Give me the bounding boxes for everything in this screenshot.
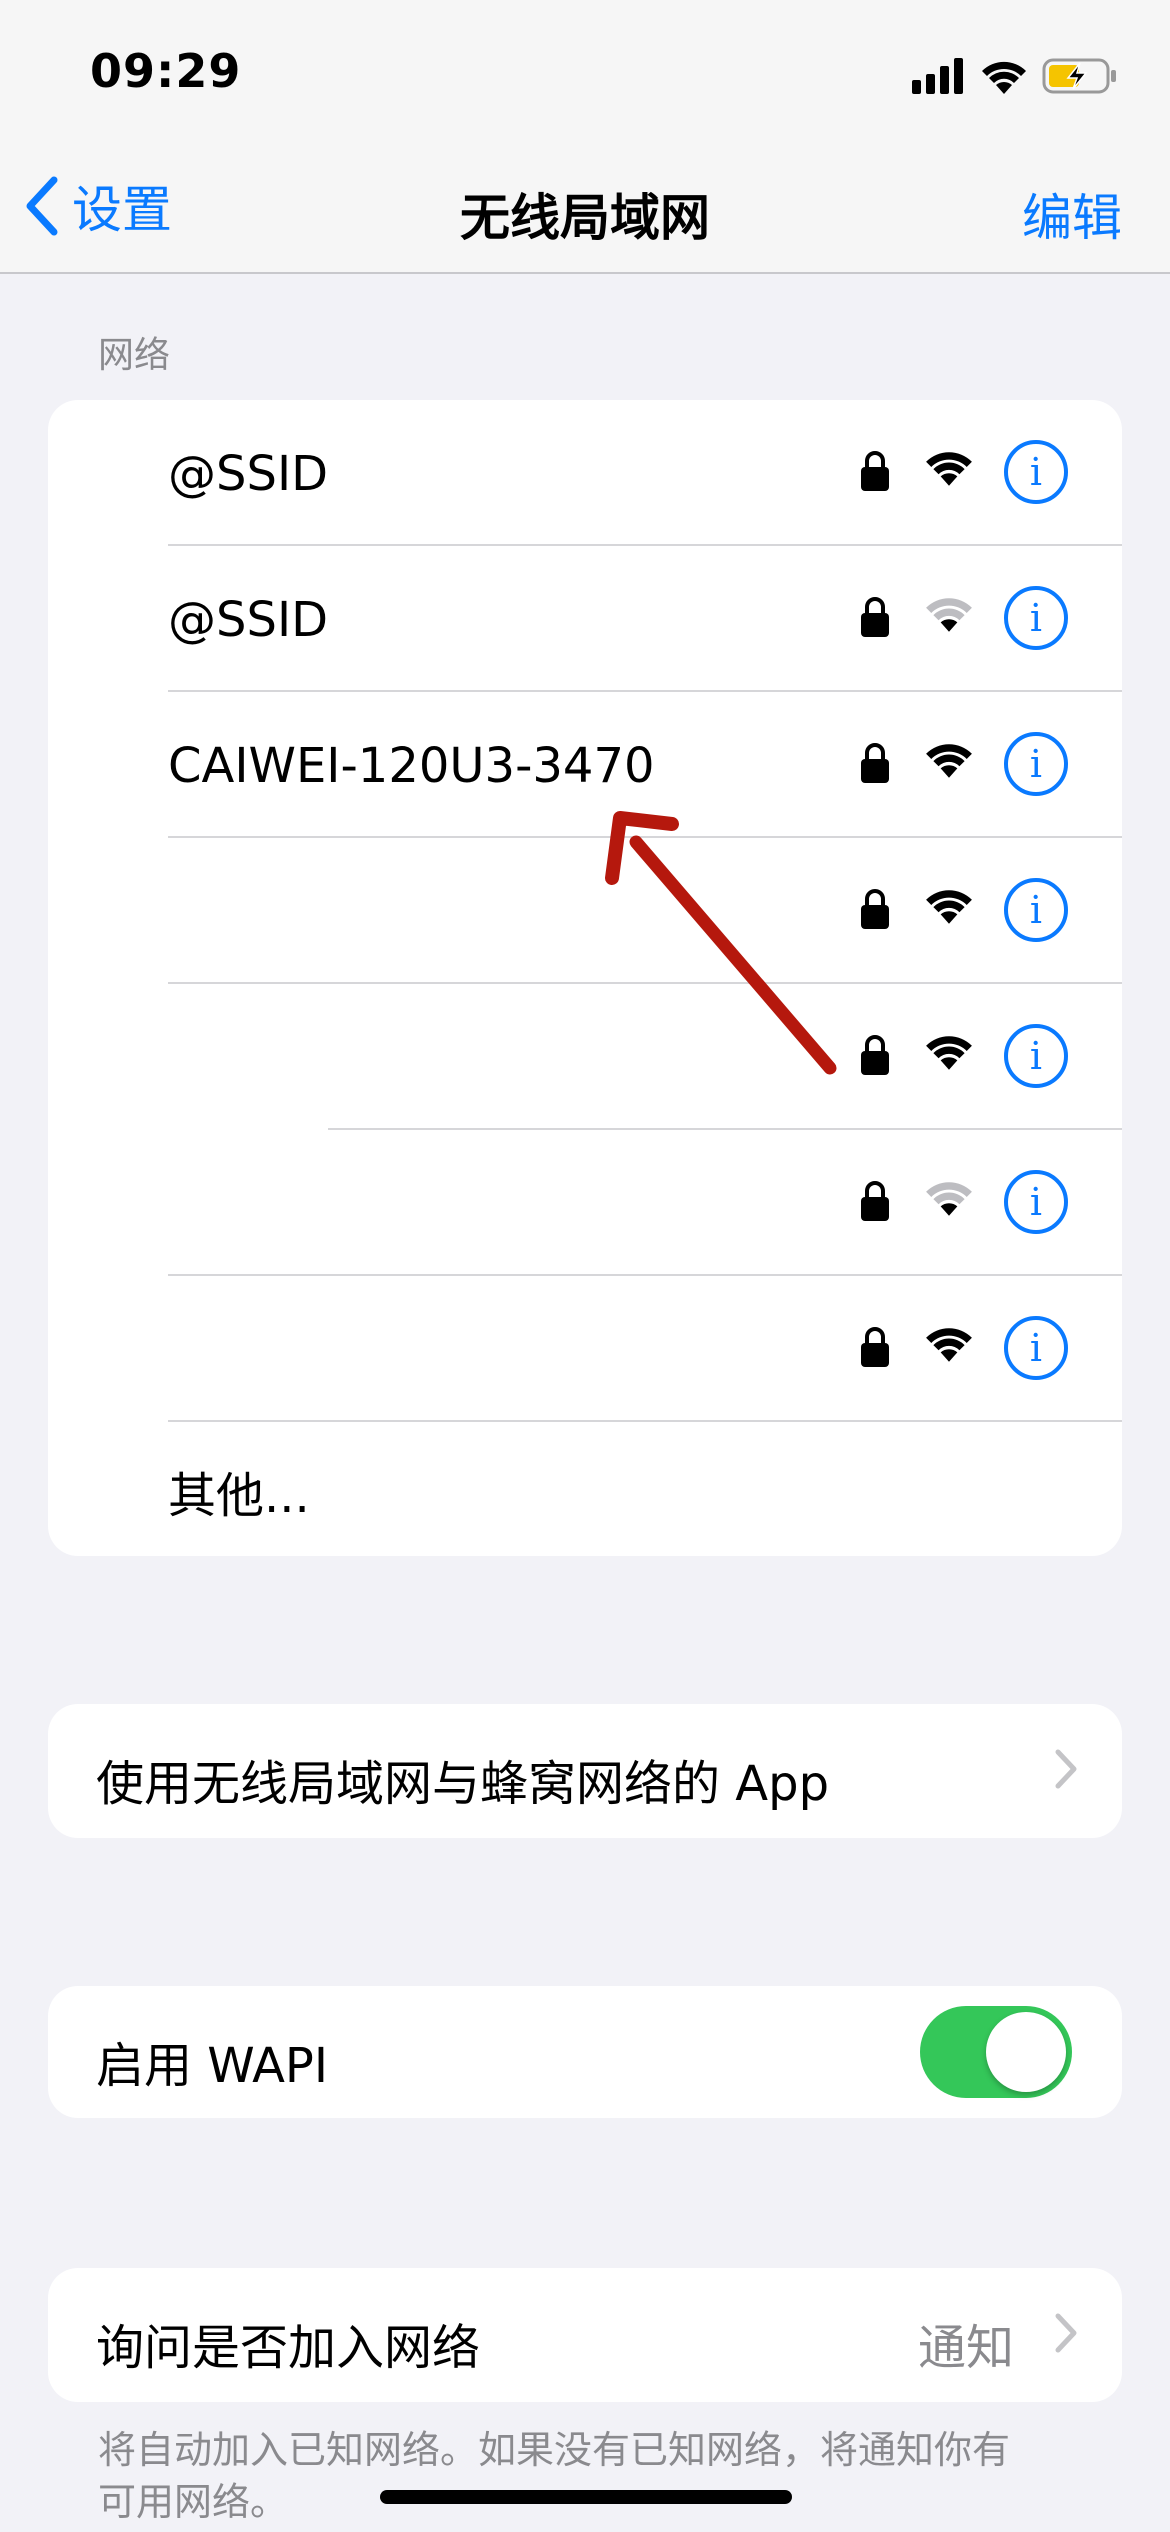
network-row[interactable]: i [48,1276,1122,1422]
info-icon[interactable]: i [1004,878,1068,942]
info-icon[interactable]: i [1004,1024,1068,1088]
ask-to-join-label: 询问是否加入网络 [96,2320,481,2376]
network-row[interactable]: @SSID i [48,546,1122,692]
wapi-label: 启用 WAPI [96,2038,329,2094]
navigation-bar: 设置 无线局域网 编辑 [0,150,1170,274]
wapi-toggle[interactable] [920,2006,1072,2098]
lock-icon [861,743,889,783]
info-icon[interactable]: i [1004,1170,1068,1234]
lock-icon [861,451,889,491]
lock-icon [861,597,889,637]
network-row[interactable]: i [48,1130,1122,1276]
wifi-weak-signal-icon [926,598,972,632]
ask-to-join-footnote: 将自动加入已知网络。如果没有已知网络，将通知你有可用网络。 [98,2428,1011,2524]
networks-section-header: 网络 [98,335,171,376]
wifi-full-signal-icon [926,452,972,486]
network-row[interactable]: @SSID i [48,400,1122,546]
status-icons [912,52,1118,100]
wifi-full-signal-icon [926,1036,972,1070]
wifi-full-signal-icon [926,744,972,778]
wapi-row: 启用 WAPI [48,1986,1122,2118]
ask-to-join-row[interactable]: 询问是否加入网络 通知 [48,2268,1122,2402]
chevron-right-icon [1055,1749,1077,1789]
cellular-signal-icon [912,58,963,94]
info-icon[interactable]: i [1004,440,1068,504]
network-name: @SSID [168,592,329,648]
network-row[interactable]: CAIWEI-120U3-3470 i [48,692,1122,838]
wifi-full-signal-icon [926,1328,972,1362]
status-time: 09:29 [90,44,242,98]
network-row[interactable]: i [48,838,1122,984]
chevron-right-icon [1055,2313,1077,2353]
home-indicator [380,2490,792,2504]
network-list: @SSID i @SSID i CAIWEI-120U3-3470 i i i [48,400,1122,1556]
wifi-cellular-apps-label: 使用无线局域网与蜂窝网络的 App [96,1756,830,1812]
battery-charging-icon [1042,58,1116,94]
info-icon[interactable]: i [1004,732,1068,796]
toggle-knob [986,2012,1066,2092]
other-network-button[interactable]: 其他... [168,1456,310,1526]
page-title: 无线局域网 [460,189,710,247]
ask-to-join-value: 通知 [917,2320,1014,2376]
lock-icon [861,1327,889,1367]
wifi-weak-signal-icon [926,1182,972,1216]
info-icon[interactable]: i [1004,586,1068,650]
row-divider [168,1420,1122,1422]
network-name: @SSID [168,446,329,502]
wifi-cellular-apps-row[interactable]: 使用无线局域网与蜂窝网络的 App [48,1704,1122,1838]
lock-icon [861,1035,889,1075]
lock-icon [861,1181,889,1221]
info-icon[interactable]: i [1004,1316,1068,1380]
network-row[interactable]: i [48,984,1122,1130]
status-bar: 09:29 [0,0,1170,150]
wifi-full-signal-icon [926,890,972,924]
edit-button[interactable]: 编辑 [1022,178,1122,250]
network-name: CAIWEI-120U3-3470 [168,738,655,794]
wifi-status-icon [982,61,1026,94]
lock-icon [861,889,889,929]
